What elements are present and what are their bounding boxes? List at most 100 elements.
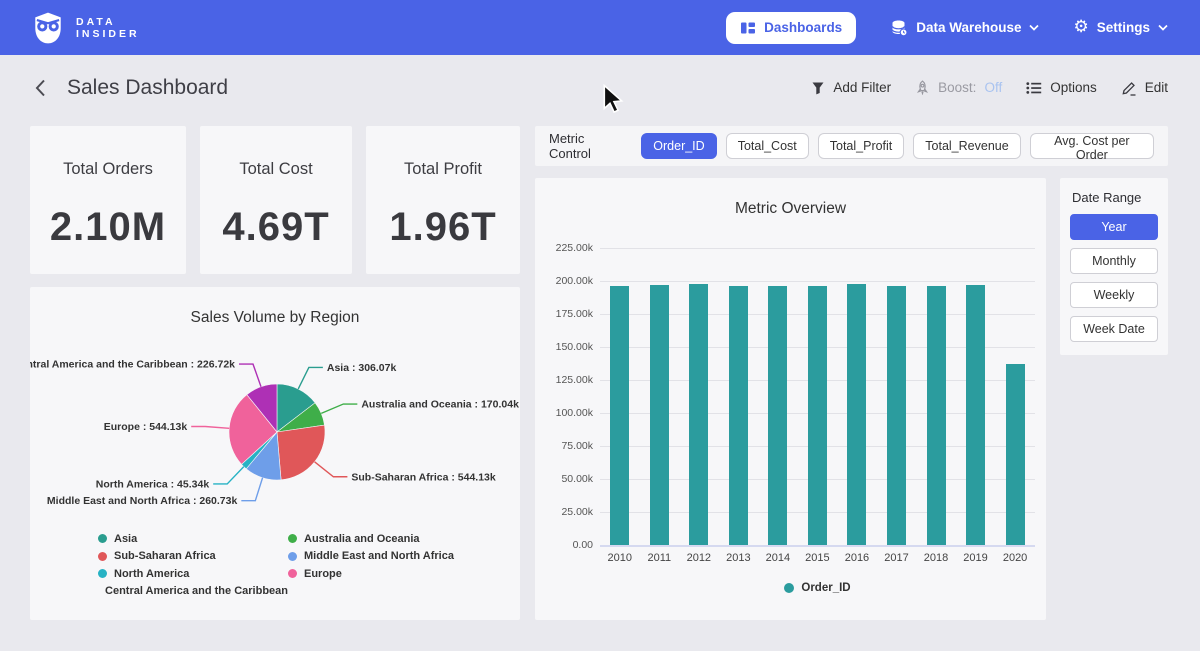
x-axis-tick: 2015 (798, 552, 837, 564)
metric-control-bar: Metric Control Order_ID Total_Cost Total_P… (535, 126, 1168, 166)
edit-button[interactable]: Edit (1121, 80, 1168, 96)
date-range-card: Date Range YearMonthlyWeeklyWeek Date (1060, 178, 1168, 355)
x-axis-labels: 2010201120122013201420152016201720182019… (600, 552, 1035, 564)
bar-2016[interactable] (847, 284, 866, 545)
metric-chip-total-profit[interactable]: Total_Profit (818, 133, 905, 159)
brand-line1: DATA (76, 16, 140, 28)
date-range-button-weekly[interactable]: Weekly (1070, 282, 1158, 308)
back-button[interactable] (28, 74, 53, 102)
pie-callout-line (298, 367, 323, 389)
legend-dot-icon (98, 552, 107, 561)
bar-chart-title: Metric Overview (535, 178, 1046, 218)
bar-2019[interactable] (966, 285, 985, 545)
pie-callout-line (239, 364, 261, 387)
navbar-menu: Dashboards Data Warehouse ⚙ Settings (726, 12, 1168, 44)
kpi-value: 2.10M (30, 205, 186, 250)
legend-label: Europe (304, 568, 342, 580)
bar-2015[interactable] (808, 286, 827, 546)
pie-legend-item-central-america-and-the-caribbean[interactable]: Central America and the Caribbean (98, 583, 288, 601)
date-range-button-list: Year Monthly Weekly Week Date (1070, 214, 1158, 342)
bar-2011[interactable] (650, 285, 669, 545)
page-header: Sales Dashboard Add Filter Boost: Off (0, 55, 1200, 120)
metric-chip-total-cost[interactable]: Total_Cost (726, 133, 809, 159)
y-axis-tick: 25.00k (535, 506, 593, 518)
pie-legend-item-sub-saharan-africa[interactable]: Sub-Saharan Africa (98, 548, 288, 566)
chevron-down-icon (1029, 24, 1039, 31)
chevron-down-icon (1158, 24, 1168, 31)
top-navbar: DATA INSIDER Dashboards (0, 0, 1200, 55)
y-axis-tick: 200.00k (535, 275, 593, 287)
legend-dot-icon (288, 569, 297, 578)
bar-plot-area: 225.00k200.00k175.00k150.00k125.00k100.0… (535, 248, 1046, 608)
legend-label: Central America and the Caribbean (105, 585, 288, 597)
legend-dot-icon (288, 552, 297, 561)
kpi-label: Total Cost (200, 160, 352, 179)
date-range-button-year[interactable]: Year (1070, 214, 1158, 240)
options-button[interactable]: Options (1026, 80, 1097, 95)
pie-legend-item-asia[interactable]: Asia (98, 530, 288, 548)
legend-dot-icon (288, 534, 297, 543)
page-title: Sales Dashboard (67, 76, 811, 100)
bar-series (600, 248, 1035, 545)
bar-2014[interactable] (768, 286, 787, 546)
pie-legend: Asia Sub-Saharan Africa North America Centr… (98, 530, 454, 600)
pie-slice-sub-saharan-africa[interactable] (277, 425, 325, 480)
brand-logo[interactable]: DATA INSIDER (30, 10, 140, 46)
kpi-card-total-cost: Total Cost 4.69T (200, 126, 352, 274)
pie-slice-label-asia: Asia : 306.07k (327, 362, 397, 374)
pie-slice-label-sub-saharan-africa: Sub-Saharan Africa : 544.13k (351, 471, 495, 483)
pie-legend-item-europe[interactable]: Europe (288, 565, 454, 583)
kpi-card-total-orders: Total Orders 2.10M (30, 126, 186, 274)
add-filter-button[interactable]: Add Filter (811, 80, 891, 95)
dashboards-button[interactable]: Dashboards (726, 12, 856, 44)
metric-overview-chart-card: Metric Overview 225.00k200.00k175.00k150… (535, 178, 1046, 620)
date-range-button-week-date[interactable]: Week Date (1070, 316, 1158, 342)
metric-chip-total-revenue[interactable]: Total_Revenue (913, 133, 1020, 159)
bar-2017[interactable] (887, 286, 906, 545)
date-range-button-monthly[interactable]: Monthly (1070, 248, 1158, 274)
boost-label: Boost: (938, 80, 976, 95)
data-warehouse-menu[interactable]: Data Warehouse (890, 19, 1039, 37)
boost-toggle[interactable]: Boost: Off (915, 80, 1002, 95)
filter-funnel-icon (811, 81, 825, 95)
boost-value: Off (984, 80, 1002, 95)
settings-label: Settings (1097, 20, 1150, 35)
pie-slice-label-central-america-and-the-caribbean: Central America and the Caribbean : 226.… (30, 359, 235, 371)
legend-label: Sub-Saharan Africa (114, 550, 216, 562)
chevron-left-icon (34, 78, 47, 98)
pie-slice-label-europe: Europe : 544.13k (104, 421, 188, 433)
metric-chip-avg-cost-per-order[interactable]: Avg. Cost per Order (1030, 133, 1154, 159)
metric-chip-order-id[interactable]: Order_ID (641, 133, 716, 159)
legend-dot-icon (784, 583, 794, 593)
database-icon (890, 19, 908, 37)
kpi-value: 4.69T (200, 205, 352, 250)
x-axis-tick: 2013 (719, 552, 758, 564)
bar-legend-item-order-id[interactable]: Order_ID (600, 582, 1035, 594)
bar-2010[interactable] (610, 286, 629, 546)
x-axis-tick: 2011 (640, 552, 679, 564)
pie-legend-item-australia-and-oceania[interactable]: Australia and Oceania (288, 530, 454, 548)
bar-2018[interactable] (927, 286, 946, 546)
dashboards-label: Dashboards (764, 20, 842, 35)
metric-control-label: Metric Control (549, 131, 628, 161)
pie-chart: Asia : 306.07kAustralia and Oceania : 17… (30, 320, 520, 522)
edit-label: Edit (1145, 80, 1168, 95)
x-axis-tick: 2014 (758, 552, 797, 564)
pie-callout-line (321, 404, 357, 413)
settings-menu[interactable]: ⚙ Settings (1073, 19, 1168, 36)
y-axis-tick: 100.00k (535, 407, 593, 419)
x-axis-tick: 2019 (956, 552, 995, 564)
x-axis-tick: 2020 (996, 552, 1035, 564)
bar-2020[interactable] (1006, 364, 1025, 545)
legend-label: Asia (114, 533, 137, 545)
owl-logo-icon (30, 10, 66, 46)
x-axis-tick: 2016 (837, 552, 876, 564)
sales-volume-pie-card: Sales Volume by Region Asia : 306.07kAus… (30, 287, 520, 620)
legend-label: Australia and Oceania (304, 533, 420, 545)
pie-legend-item-north-america[interactable]: North America (98, 565, 288, 583)
pie-legend-item-middle-east-and-north-africa[interactable]: Middle East and North Africa (288, 548, 454, 566)
sales-dashboard-screen: DATA INSIDER Dashboards (0, 0, 1200, 651)
kpi-label: Total Orders (30, 160, 186, 179)
bar-2013[interactable] (729, 286, 748, 545)
bar-2012[interactable] (689, 284, 708, 545)
